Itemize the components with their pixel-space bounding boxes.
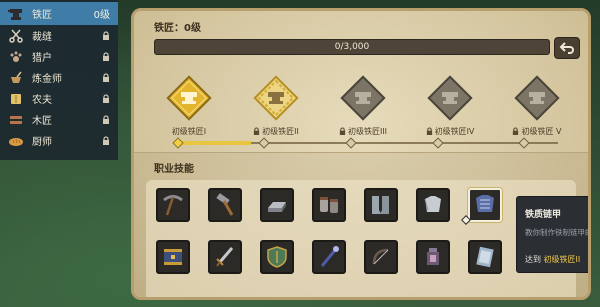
scissors-icon [8, 28, 24, 44]
gauntlets-icon [320, 197, 338, 213]
skill-slot-sword[interactable] [208, 240, 242, 274]
return-arrow-icon [559, 42, 574, 54]
sidebar-item-label: 炼金师 [32, 74, 62, 85]
rank-badge-1[interactable]: 初级铁匠I [144, 73, 234, 141]
rank-badge-2[interactable]: 初级铁匠II [231, 73, 321, 141]
pickaxe-icon [163, 195, 183, 216]
wheat-icon [8, 91, 24, 107]
sidebar-item-label: 裁缝 [32, 32, 52, 43]
rank-progress-track [172, 137, 558, 149]
current-anvil-badge-icon [253, 75, 299, 121]
requirement-prefix: 达到 [525, 255, 541, 264]
rank-badge-3[interactable]: 初级铁匠III [318, 73, 408, 141]
lock-icon [513, 127, 519, 135]
sidebar-item-label: 猎户 [32, 53, 52, 64]
staff-icon [320, 246, 339, 267]
skill-slot-lantern[interactable] [416, 240, 450, 274]
locked-anvil-badge-icon [514, 75, 560, 121]
anvil-icon [8, 6, 24, 22]
tooltip-requirement: 达到 初级铁匠II [525, 254, 580, 265]
sidebar-item-label: 农夫 [32, 95, 52, 106]
skill-slot-staff[interactable] [312, 240, 346, 274]
rank-label: 初级铁匠II [262, 127, 299, 136]
section-title: 职业技能 [154, 164, 194, 175]
skill-slot-cloth-armor[interactable] [416, 188, 450, 222]
profession-level: 0级 [93, 10, 110, 21]
sidebar-item-label: 铁匠 [32, 10, 52, 21]
rank-label: 初级铁匠IV [434, 127, 475, 136]
chainmail-icon [476, 195, 494, 212]
profession-title: 铁匠：0级 [154, 23, 201, 34]
skill-slot-pickaxe[interactable] [156, 188, 190, 222]
sidebar-item-cook[interactable]: 厨师 [0, 130, 118, 151]
skill-slot-chainmail[interactable] [468, 188, 502, 222]
profession-sidebar: 铁匠 0级 裁缝 猎户 炼金师 农夫 木匠 厨师 [0, 0, 118, 160]
tooltip-title: 铁质链甲 [525, 210, 562, 220]
sidebar-item-label: 木匠 [32, 116, 52, 127]
track-fill [174, 141, 251, 145]
lock-icon [103, 93, 109, 103]
sidebar-item-label: 厨师 [32, 137, 52, 148]
locked-anvil-badge-icon [427, 75, 473, 121]
cursor-pointer-icon [461, 215, 471, 225]
experience-text: 0/3,000 [334, 42, 370, 52]
sidebar-item-carpenter[interactable]: 木匠 [0, 109, 118, 130]
skill-slot-ingot[interactable] [260, 188, 294, 222]
sidebar-item-tailor[interactable]: 裁缝 [0, 25, 118, 46]
lock-icon [103, 114, 109, 124]
rank-label: 初级铁匠 V [521, 127, 562, 136]
skill-slot-scroll[interactable] [468, 240, 502, 274]
lock-icon [254, 127, 260, 135]
lock-icon [103, 135, 109, 145]
greaves-icon [372, 196, 389, 214]
iron-ingot-icon [268, 202, 286, 212]
shield-icon [267, 246, 287, 268]
sidebar-item-blacksmith[interactable]: 铁匠 0级 [0, 2, 118, 25]
locked-anvil-badge-icon [340, 75, 386, 121]
skill-tooltip: 铁质链甲 教你制作铁制链甲的才 达到 初级铁匠II [516, 196, 588, 273]
skill-slot-greaves[interactable] [364, 188, 398, 222]
gold-anvil-badge-icon [166, 75, 212, 121]
rank-label: 初级铁匠III [347, 127, 388, 136]
rank-badge-4[interactable]: 初级铁匠IV [405, 73, 495, 141]
requirement-target: 初级铁匠II [543, 255, 581, 264]
paw-icon [8, 49, 24, 65]
experience-bar: 0/3,000 [154, 39, 550, 55]
bread-icon [8, 133, 24, 149]
back-button[interactable] [554, 37, 580, 59]
profession-panel: 铁匠：0级 0/3,000 初级铁匠I 初级铁匠II 初级铁匠III 初级铁匠I… [131, 8, 591, 300]
saw-icon [8, 112, 24, 128]
lock-icon [426, 127, 432, 135]
chest-icon [164, 249, 182, 265]
mortar-icon [8, 70, 24, 86]
lock-icon [103, 51, 109, 61]
lock-icon [339, 127, 346, 135]
lock-icon [103, 30, 109, 40]
lock-icon [103, 72, 109, 82]
sidebar-item-hunter[interactable]: 猎户 [0, 46, 118, 67]
rank-label: 初级铁匠I [171, 127, 207, 136]
sword-icon [216, 247, 234, 267]
skill-slot-gauntlets[interactable] [312, 188, 346, 222]
sidebar-item-farmer[interactable]: 农夫 [0, 88, 118, 109]
bow-icon [372, 248, 389, 265]
tooltip-description: 教你制作铁制链甲的才 [525, 228, 588, 237]
hammer-icon [216, 193, 234, 216]
rank-badge-5[interactable]: 初级铁匠 V [492, 73, 582, 141]
skill-slot-bow[interactable] [364, 240, 398, 274]
skill-slot-hammer[interactable] [208, 188, 242, 222]
scroll-icon [476, 246, 494, 268]
skill-slot-shield[interactable] [260, 240, 294, 274]
cloth-armor-icon [424, 196, 441, 212]
sidebar-item-alchemist[interactable]: 炼金师 [0, 67, 118, 88]
skill-slot-chest[interactable] [156, 240, 190, 274]
skill-grid [146, 180, 576, 297]
lantern-icon [427, 248, 439, 265]
